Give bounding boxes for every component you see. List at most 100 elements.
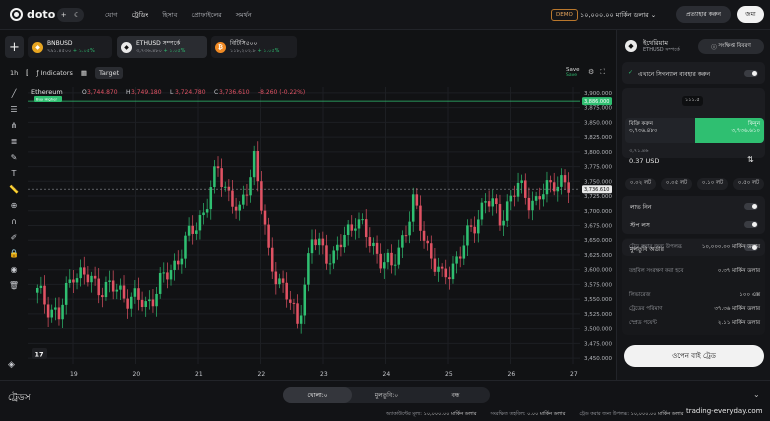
candle-body — [448, 277, 451, 280]
trend-line-icon[interactable]: ╱ — [12, 88, 17, 99]
candle-body — [50, 309, 53, 318]
asset-tab-bnbusd[interactable]: ◆ BNBUSD ৭৯১.৪৫০০ + ১.০৫% — [28, 36, 112, 58]
candle-body — [285, 282, 288, 300]
candle-body — [361, 219, 364, 221]
nav-item-account[interactable]: হিসাব — [162, 10, 177, 21]
y-tick-label: 3,500.000 — [584, 327, 612, 333]
candle-body — [401, 235, 404, 248]
indicators-button[interactable]: ƒ Indicators — [36, 69, 73, 77]
candle-body — [129, 296, 133, 309]
candle-body — [383, 262, 386, 269]
asset-tab-btc[interactable]: ₿ বিটিসি৫০০ ১১৮,২০২.৮ + ১.০৫% — [211, 36, 297, 58]
status-value: ১০,০০০.০০ মার্কিন ডলার — [630, 411, 684, 417]
candle-body — [202, 212, 205, 216]
candle-body — [397, 247, 401, 265]
fullscreen-icon[interactable]: ⛶ — [600, 68, 605, 77]
details-button[interactable]: ⓘ সংক্ষিপ্ত বিবরণ — [698, 39, 764, 54]
candle-body — [393, 264, 397, 266]
lot-preset-button[interactable]: ০.৫০ লট — [733, 178, 764, 190]
nav-item-trading[interactable]: ট্রেডিং — [132, 10, 149, 21]
zoom-in-icon[interactable]: ⊕ — [11, 200, 18, 211]
status-value: ১০,০০০.০০ মার্কিন ডলার — [423, 411, 477, 417]
ruler-icon[interactable]: 📏 — [9, 184, 19, 195]
candle-body — [328, 263, 332, 265]
interval-selector[interactable]: 1h — [10, 69, 18, 77]
open-buy-trade-button[interactable]: ওপেন বাই ট্রেড — [624, 345, 764, 367]
signal-toggle[interactable] — [744, 70, 758, 77]
indicators-icon: ƒ — [36, 69, 39, 77]
panel-header: ◆ ইথেরিয়াম ETHUSD সম্পর্কে — [625, 39, 680, 53]
demo-badge: DEMO — [551, 9, 578, 21]
y-tick-label: 3,625.000 — [584, 253, 612, 259]
spread-badge: ১১১.৫ — [682, 96, 703, 106]
stop-loss-toggle[interactable] — [744, 221, 758, 228]
layout-grid-icon[interactable]: ▦ — [81, 69, 87, 77]
take-profit-toggle[interactable] — [744, 203, 758, 210]
candle-body — [176, 260, 180, 265]
magnet-icon[interactable]: ∩ — [11, 216, 17, 227]
chevron-down-icon[interactable]: ⌄ — [753, 390, 760, 399]
signal-label: এখানে সিগন্যাল ব্যবহার করুন — [638, 71, 711, 78]
panel-subtitle: ETHUSD সম্পর্কে — [643, 47, 680, 53]
pitchfork-icon[interactable]: ⋔ — [11, 120, 18, 131]
buy-button[interactable]: কিনুন ৩,৭৩৬.৬১০ — [695, 118, 764, 143]
lock-drawing-icon[interactable]: ✐ — [11, 232, 18, 243]
chart-toolbar: 1h ⫿ ƒ Indicators ▦ Target — [10, 67, 124, 79]
candle-body — [495, 198, 498, 205]
lot-preset-button[interactable]: ০.০৫ লট — [661, 178, 692, 190]
candle-body — [509, 195, 513, 202]
withdraw-button[interactable]: প্রত্যাহার করুন — [676, 6, 731, 23]
ohlc-value: 3,736.610 — [219, 89, 250, 96]
take-profit-label: লাভ নিন — [630, 204, 652, 211]
settings-gear-icon[interactable]: ⚙ — [588, 68, 594, 77]
candle-body — [545, 180, 549, 195]
candle-type-icon[interactable]: ⫿ — [26, 69, 28, 78]
lot-preset-button[interactable]: ০.০২ লট — [625, 178, 656, 190]
lot-preset-button[interactable]: ০.১০ লট — [697, 178, 728, 190]
deposit-button[interactable]: জমা — [737, 6, 764, 23]
candle-body — [296, 303, 299, 324]
text-icon[interactable]: T — [12, 168, 17, 179]
fib-retracement-icon[interactable]: ≣ — [11, 136, 18, 147]
info-row-leverage: লিভারেজ ১০০ এক্স — [629, 292, 760, 300]
sell-button[interactable]: বিক্রি করুন ৩,৭৩৬.৪৮০ — [625, 118, 695, 143]
layers-icon[interactable]: ◈ — [8, 360, 15, 370]
status-value: ০.০০ মার্কিন ডলার — [527, 411, 566, 417]
balance-dropdown[interactable]: ১০,০০০.০০ মার্কিন ডলার ⌄ — [580, 10, 656, 21]
logo[interactable]: doto — [10, 8, 55, 21]
target-price-label: 3,886.000 — [584, 99, 609, 105]
trash-icon[interactable]: 🗑 — [9, 280, 19, 291]
save-button[interactable]: Save Save — [566, 67, 580, 79]
sell-price: ৩,৭৩৬.৪৮০ — [629, 128, 658, 134]
candle-body — [411, 194, 415, 222]
lock-icon[interactable]: 🔒 — [9, 248, 19, 259]
brush-icon[interactable]: ✎ — [11, 152, 18, 163]
logo-icon — [10, 8, 23, 21]
candle-body — [68, 279, 72, 283]
price-chart[interactable]: 3,900.000 3,875.000 3,850.000 3,825.000 3,80… — [28, 82, 613, 379]
target-button[interactable]: Target — [95, 67, 124, 79]
candle-body — [205, 209, 209, 213]
nav-item-profile[interactable]: প্রোফাইলের — [191, 10, 221, 21]
asset-price: ৩,৭৩৬.৪৮০ — [136, 47, 162, 54]
candle-body — [191, 225, 194, 234]
candle-body — [364, 219, 368, 238]
candle-body — [260, 181, 263, 211]
horizontal-lines-icon[interactable]: ☰ — [10, 104, 17, 115]
signal-row: ✓ এখানে সিগন্যাল ব্যবহার করুন — [622, 62, 765, 84]
candle-body — [198, 215, 202, 231]
tab-open[interactable]: খোলা:০ — [283, 387, 352, 403]
asset-tab-ethusd[interactable]: ◆ ETHUSD সম্পর্কে ৩,৭৩৬.৪৮০ + ১.০৫% — [117, 36, 207, 58]
nav-item-support[interactable]: সমর্থন — [236, 10, 252, 21]
tab-pending[interactable]: মুলতুবি:০ — [352, 387, 421, 403]
y-tick-label: 3,750.000 — [584, 179, 612, 185]
theme-toggle[interactable]: + ☾ — [57, 8, 84, 22]
nav-item-home[interactable]: যোগ — [105, 10, 118, 21]
add-asset-button[interactable]: + — [5, 36, 24, 58]
swap-icon[interactable]: ⇅ — [747, 155, 754, 164]
tab-closed[interactable]: বন্ধ — [421, 387, 490, 403]
amount-input[interactable]: 0.37 USD — [629, 157, 659, 165]
top-bar: doto + ☾ যোগ ট্রেডিং হিসাব প্রোফাইলের সম… — [0, 0, 770, 30]
eye-icon[interactable]: ◉ — [11, 264, 18, 275]
plus-icon: + — [60, 11, 67, 19]
